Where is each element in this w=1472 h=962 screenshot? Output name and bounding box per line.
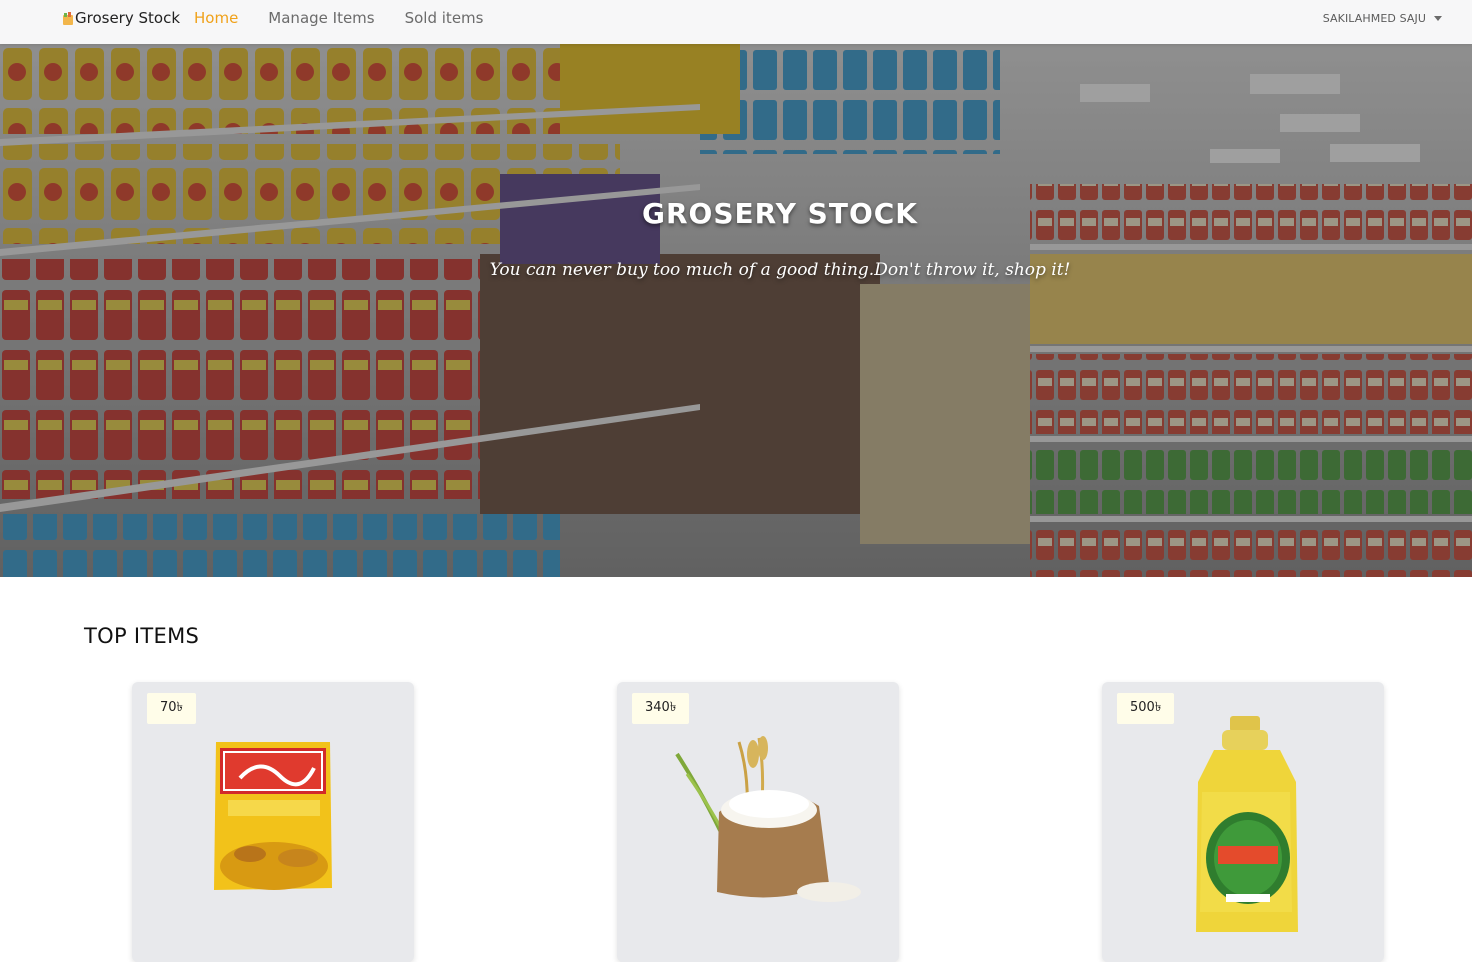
rice-sack-image bbox=[675, 736, 861, 902]
grocery-bag-icon bbox=[63, 11, 73, 25]
hero-title: GROSERY STOCK bbox=[641, 197, 918, 230]
user-name: SAKILAHMED SAJU bbox=[1322, 12, 1426, 25]
price-badge: 70৳ bbox=[147, 693, 197, 724]
navbar: Grosery Stock Home Manage Items Sold ite… bbox=[0, 0, 1472, 44]
soybean-oil-bottle-image bbox=[1196, 716, 1298, 932]
caret-down-icon bbox=[1434, 16, 1442, 21]
brand-name: Grosery Stock bbox=[75, 9, 181, 27]
hero-overlay bbox=[0, 44, 1472, 577]
user-menu-dropdown[interactable]: SAKILAHMED SAJU bbox=[1323, 12, 1442, 25]
top-items-heading: TOP ITEMS bbox=[84, 624, 200, 648]
item-card-1[interactable]: 70৳ bbox=[132, 682, 414, 962]
hero-subtitle: You can never buy too much of a good thi… bbox=[489, 260, 1071, 280]
nav-link-manage-items[interactable]: Manage Items bbox=[268, 9, 374, 27]
item-card-2[interactable]: 340৳ bbox=[617, 682, 899, 962]
main-nav: Home Manage Items Sold items bbox=[194, 9, 483, 27]
nav-link-home[interactable]: Home bbox=[194, 9, 238, 27]
price-badge: 500৳ bbox=[1117, 693, 1175, 724]
hero-banner: GROSERY STOCK You can never buy too much… bbox=[0, 44, 1472, 577]
turmeric-packet-image bbox=[214, 742, 332, 890]
item-card-3[interactable]: 500৳ bbox=[1102, 682, 1384, 962]
brand-link[interactable]: Grosery Stock bbox=[62, 9, 180, 27]
nav-link-sold-items[interactable]: Sold items bbox=[405, 9, 484, 27]
price-badge: 340৳ bbox=[632, 693, 690, 724]
